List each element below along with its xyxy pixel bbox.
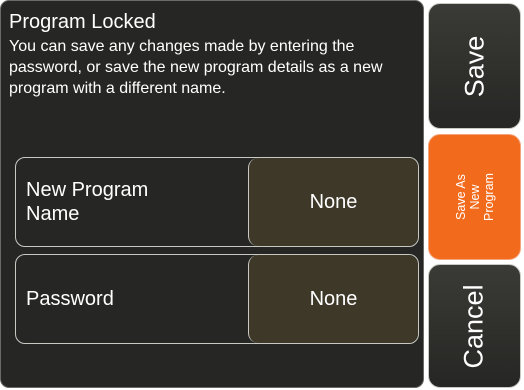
program-locked-dialog: Program Locked You can save any changes … [0, 0, 424, 388]
password-label: Password [26, 255, 246, 343]
dialog-message: You can save any changes made by enterin… [9, 38, 383, 97]
save-button[interactable]: Save [428, 3, 521, 129]
password-value: None [309, 287, 358, 310]
new-program-name-value: None [309, 190, 358, 213]
dialog-title: Program Locked [9, 11, 156, 33]
new-program-name-label-text: New Program Name [26, 179, 149, 225]
password-field[interactable]: None [248, 255, 418, 343]
password-row: Password None [15, 254, 419, 344]
new-program-name-row: New Program Name None [15, 157, 419, 247]
new-program-name-label: New Program Name [26, 158, 246, 246]
new-program-name-field[interactable]: None [248, 158, 418, 246]
save-as-new-program-button[interactable]: Save As New Program [428, 134, 521, 260]
cancel-button-label: Cancel [458, 283, 489, 369]
password-label-text: Password [26, 288, 114, 310]
save-as-new-program-label: Save As New Program [453, 173, 496, 221]
cancel-button[interactable]: Cancel [428, 264, 521, 388]
save-button-label: Save [458, 35, 489, 97]
